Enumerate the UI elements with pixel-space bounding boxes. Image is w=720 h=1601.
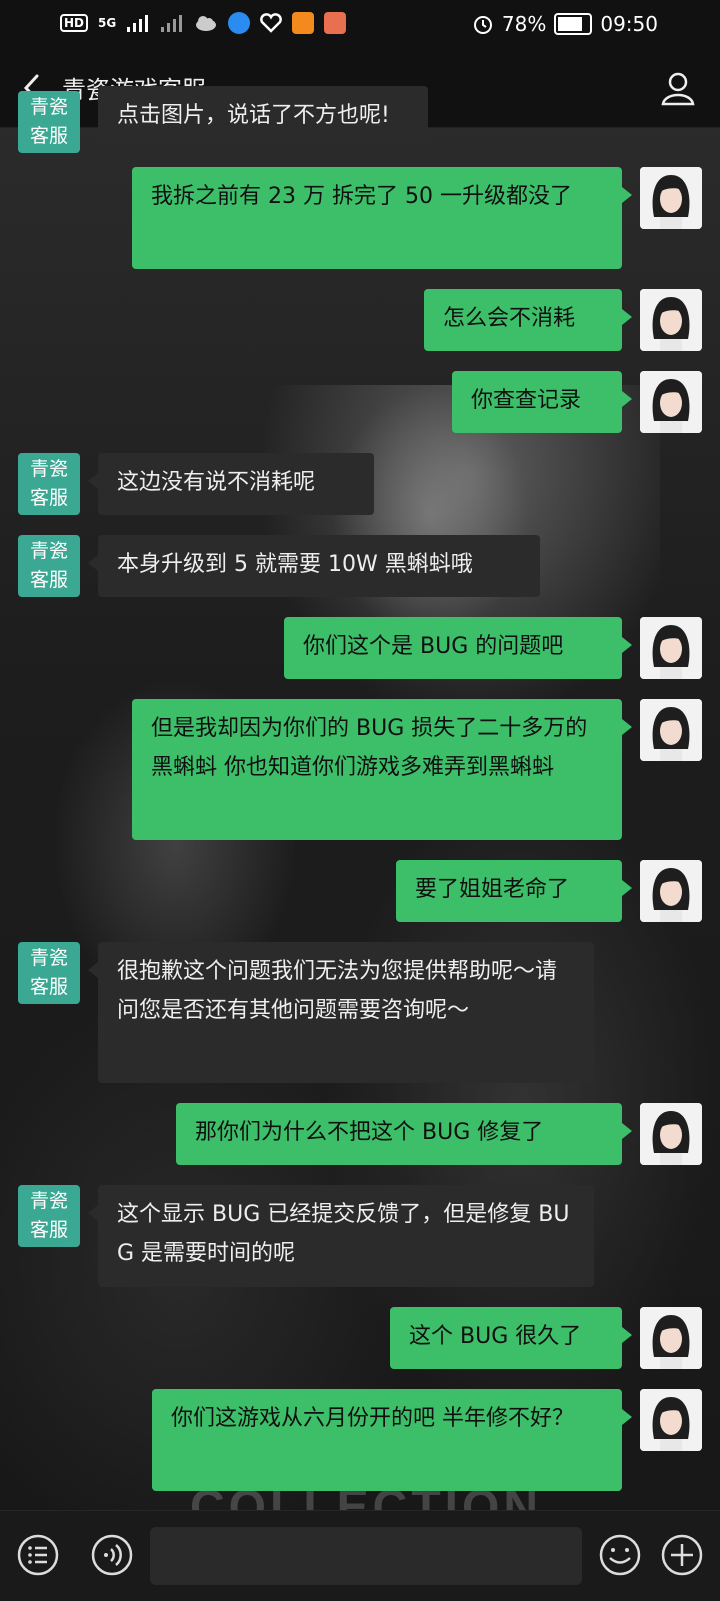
outgoing-message-bubble[interactable]: 我拆之前有 23 万 拆完了 50 一升级都没了 bbox=[132, 167, 632, 269]
signal-icon bbox=[127, 15, 149, 32]
agent-avatar[interactable]: 青瓷 客服 bbox=[18, 453, 80, 515]
status-right: 78% 09:50 bbox=[472, 12, 658, 36]
incoming-message-bubble[interactable]: 很抱歉这个问题我们无法为您提供帮助呢～请问您是否还有其他问题需要咨询呢～ bbox=[88, 942, 594, 1083]
agent-avatar-line1: 青瓷 bbox=[29, 540, 68, 562]
battery-icon bbox=[554, 13, 593, 35]
user-avatar-photo bbox=[640, 289, 702, 351]
user-avatar-photo bbox=[640, 699, 702, 761]
agent-avatar[interactable]: 青瓷 客服 bbox=[18, 942, 80, 1004]
profile-icon[interactable] bbox=[660, 70, 696, 106]
outgoing-message-bubble[interactable]: 要了姐姐老命了 bbox=[396, 860, 632, 922]
user-avatar-photo bbox=[640, 371, 702, 433]
user-avatar-photo bbox=[640, 617, 702, 679]
outgoing-message-bubble[interactable]: 你们这游戏从六月份开的吧 半年修不好？ bbox=[152, 1389, 632, 1491]
user-avatar-photo bbox=[640, 1307, 702, 1369]
outgoing-message-bubble[interactable]: 那你们为什么不把这个 BUG 修复了 bbox=[176, 1103, 632, 1165]
agent-avatar: 青瓷 客服 bbox=[18, 91, 80, 153]
user-avatar-photo bbox=[640, 1389, 702, 1451]
agent-avatar[interactable]: 青瓷 客服 bbox=[18, 1185, 80, 1247]
heart-icon bbox=[260, 13, 283, 33]
battery-percent: 78% bbox=[501, 12, 547, 36]
user-avatar-photo bbox=[640, 1103, 702, 1165]
user-avatar[interactable] bbox=[640, 699, 702, 761]
incoming-message-bubble[interactable]: 这边没有说不消耗呢 bbox=[88, 453, 374, 515]
taobao-app-icon bbox=[292, 12, 315, 34]
menu-list-icon[interactable] bbox=[16, 1533, 60, 1577]
outgoing-message-bubble[interactable]: 你们这个是 BUG 的问题吧 bbox=[284, 617, 632, 679]
incoming-message-bubble[interactable]: 本身升级到 5 就需要 10W 黑蝌蚪哦 bbox=[88, 535, 540, 597]
status-left: HD 5G bbox=[60, 12, 347, 34]
agent-avatar-line2: 客服 bbox=[29, 125, 68, 147]
network-indicator: 5G bbox=[98, 16, 117, 30]
browser-app-icon bbox=[228, 12, 251, 34]
agent-avatar-line2: 客服 bbox=[29, 1219, 68, 1241]
agent-avatar-line1: 青瓷 bbox=[29, 947, 68, 969]
document-app-icon bbox=[324, 12, 347, 34]
agent-avatar-line2: 客服 bbox=[29, 976, 68, 998]
status-bar: HD 5G 78% 09:50 bbox=[0, 0, 720, 52]
agent-avatar-line1: 青瓷 bbox=[29, 458, 68, 480]
cloud-icon bbox=[196, 16, 217, 31]
user-avatar[interactable] bbox=[640, 1389, 702, 1451]
signal-icon-2 bbox=[161, 15, 183, 32]
user-avatar[interactable] bbox=[640, 371, 702, 433]
add-plus-icon[interactable] bbox=[660, 1533, 704, 1577]
outgoing-message-bubble[interactable]: 但是我却因为你们的 BUG 损失了二十多万的黑蝌蚪 你也知道你们游戏多难弄到黑蝌… bbox=[132, 699, 632, 840]
user-avatar-photo bbox=[640, 860, 702, 922]
message-bubble-partial[interactable]: 点击图片，说话了不方也呢! bbox=[98, 86, 428, 145]
emoji-icon[interactable] bbox=[598, 1533, 642, 1577]
user-avatar[interactable] bbox=[640, 1307, 702, 1369]
user-avatar[interactable] bbox=[640, 289, 702, 351]
outgoing-message-bubble[interactable]: 这个 BUG 很久了 bbox=[390, 1307, 632, 1369]
user-avatar[interactable] bbox=[640, 167, 702, 229]
agent-avatar-line2: 客服 bbox=[29, 569, 68, 591]
user-avatar[interactable] bbox=[640, 1103, 702, 1165]
user-avatar[interactable] bbox=[640, 617, 702, 679]
outgoing-message-bubble[interactable]: 你查查记录 bbox=[452, 371, 632, 433]
input-toolbar bbox=[0, 1510, 720, 1601]
user-avatar-photo bbox=[640, 167, 702, 229]
agent-avatar-line1: 青瓷 bbox=[29, 96, 68, 118]
voice-icon[interactable] bbox=[90, 1533, 134, 1577]
user-avatar[interactable] bbox=[640, 860, 702, 922]
hd-indicator: HD bbox=[60, 14, 89, 32]
message-input[interactable] bbox=[150, 1527, 582, 1585]
alarm-icon bbox=[473, 16, 492, 34]
agent-avatar[interactable]: 青瓷 客服 bbox=[18, 535, 80, 597]
agent-avatar-line1: 青瓷 bbox=[29, 1190, 68, 1212]
agent-avatar-line2: 客服 bbox=[29, 487, 68, 509]
outgoing-message-bubble[interactable]: 怎么会不消耗 bbox=[424, 289, 632, 351]
incoming-message-bubble[interactable]: 这个显示 BUG 已经提交反馈了，但是修复 BUG 是需要时间的呢 bbox=[88, 1185, 594, 1287]
clock-time: 09:50 bbox=[600, 12, 658, 36]
